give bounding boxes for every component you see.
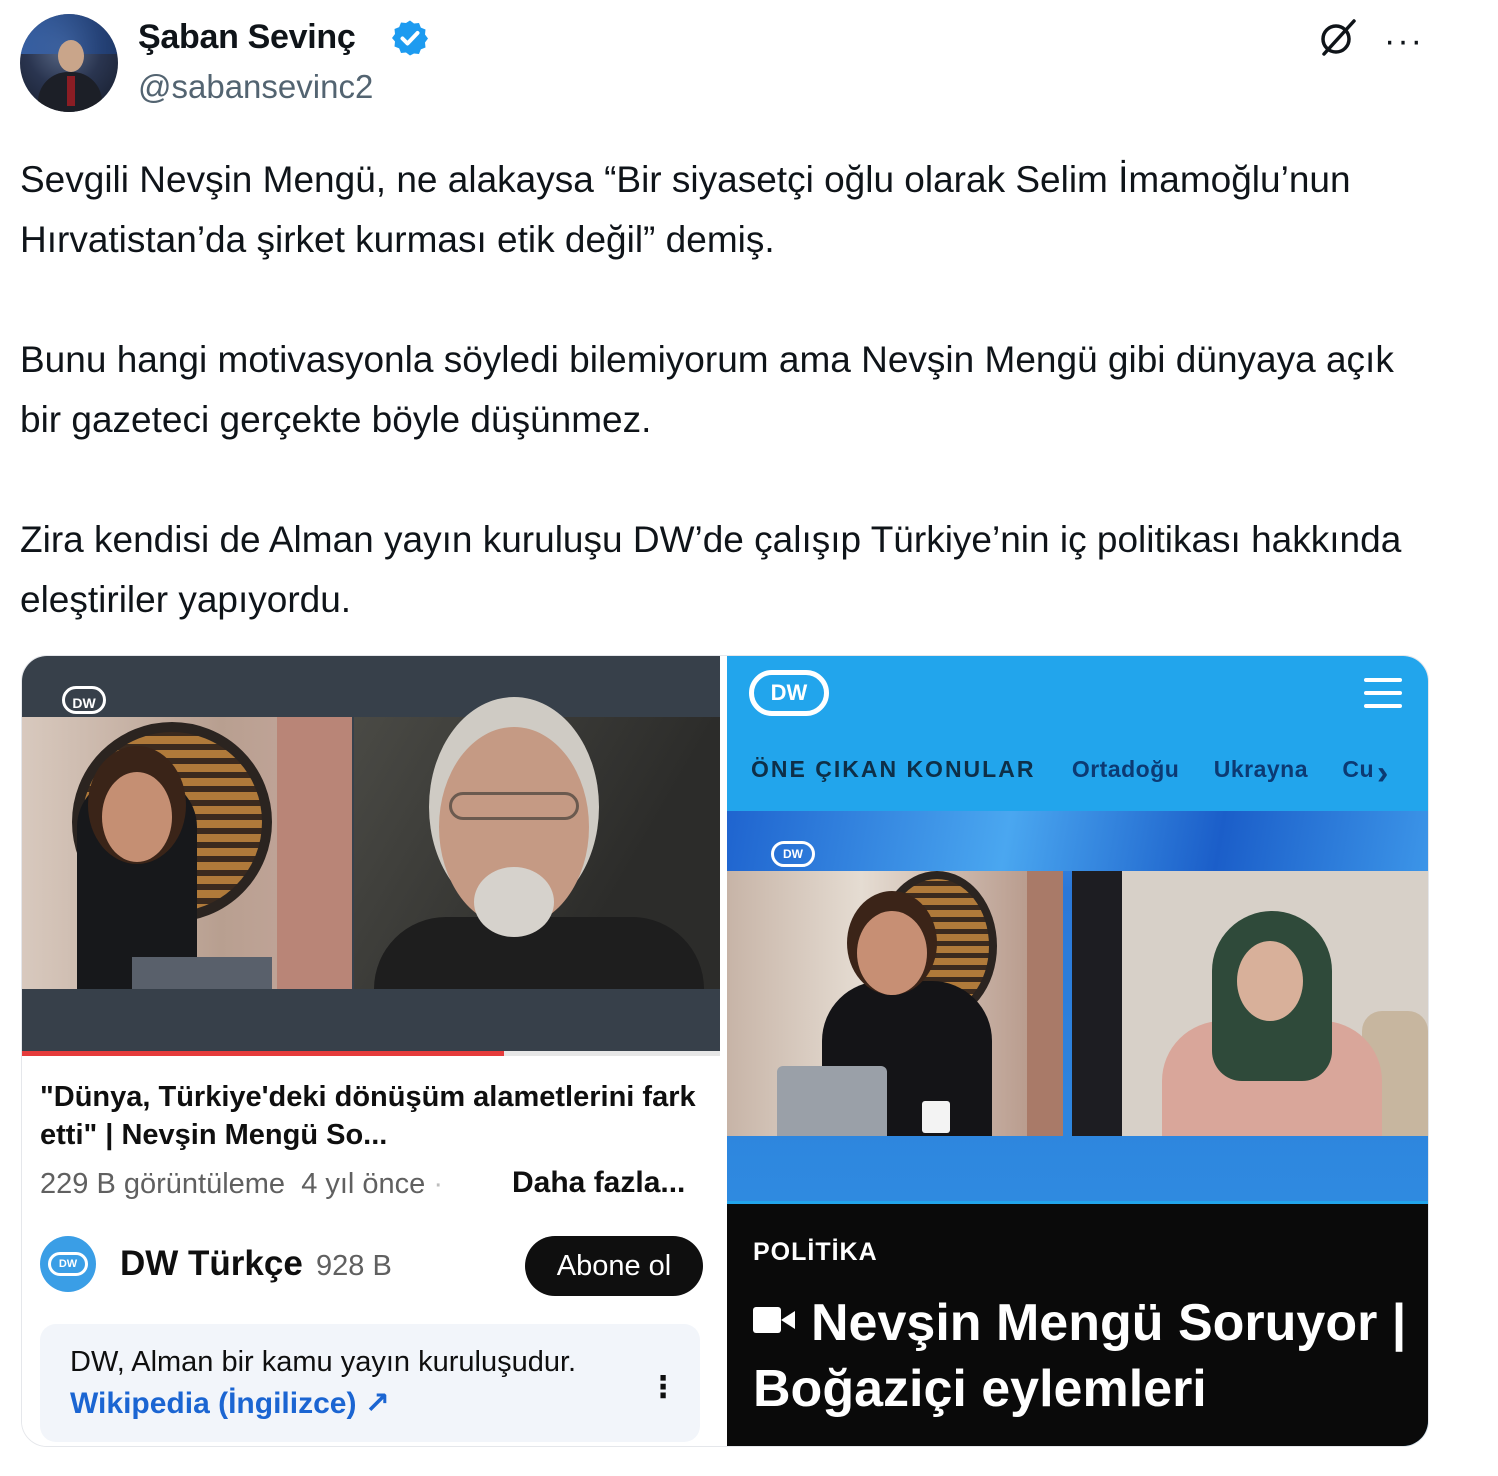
hamburger-menu-icon[interactable]: [1364, 678, 1402, 708]
video-progress-bar[interactable]: [22, 1051, 720, 1056]
tweet-text: Sevgili Nevşin Mengü, ne alakaysa “Bir s…: [20, 150, 1420, 630]
media-right-dw-screenshot[interactable]: DW ÖNE ÇIKAN KONULAR Ortadoğu Ukrayna Cu…: [727, 656, 1428, 1446]
featured-topics-label: ÖNE ÇIKAN KONULAR: [751, 756, 1036, 782]
article-headline-text: Nevşin Mengü Soruyor | Boğaziçi eylemler…: [753, 1294, 1407, 1418]
dw-logo-badge: DW: [62, 686, 106, 714]
tweet-paragraph: Zira kendisi de Alman yayın kuruluşu DW’…: [20, 519, 1402, 620]
channel-avatar-logo: DW: [48, 1252, 88, 1276]
tweet-paragraph: Sevgili Nevşin Mengü, ne alakaysa “Bir s…: [20, 159, 1351, 260]
article-headline[interactable]: Nevşin Mengü Soruyor | Boğaziçi eylemler…: [753, 1290, 1413, 1422]
article-hero-image: [727, 871, 1428, 1136]
author-handle[interactable]: @sabansevinc2: [138, 68, 373, 106]
author-name[interactable]: Şaban Sevinç: [138, 18, 356, 57]
upload-age: 4 yıl önce: [301, 1168, 426, 1200]
topics-nav: ÖNE ÇIKAN KONULAR Ortadoğu Ukrayna Cu: [751, 756, 1400, 783]
dw-logo[interactable]: DW: [749, 670, 829, 716]
wikipedia-link[interactable]: Wikipedia (İngilizce) ↗: [70, 1386, 390, 1421]
dw-logo-badge: DW: [771, 841, 815, 867]
avatar-tie: [67, 76, 75, 106]
article-info: POLİTİKA Nevşin Mengü Soruyor | Boğaziçi…: [727, 1204, 1428, 1446]
more-description-link[interactable]: Daha fazla...: [512, 1166, 685, 1200]
hero-frame-guest: [1072, 871, 1428, 1136]
video-progress-fill: [22, 1051, 504, 1056]
tweet-media[interactable]: DW "Dünya, Türkiye'deki dönüşüm alametle…: [21, 655, 1429, 1447]
author-avatar[interactable]: [20, 14, 118, 112]
video-title: "Dünya, Türkiye'deki dönüşüm alametlerin…: [40, 1081, 696, 1151]
channel-name[interactable]: DW Türkçe: [120, 1244, 303, 1284]
subscribe-button[interactable]: Abone ol: [525, 1236, 703, 1296]
more-icon[interactable]: ···: [1384, 22, 1424, 61]
subscriber-count: 928 B: [316, 1250, 392, 1282]
channel-avatar[interactable]: DW: [40, 1236, 96, 1292]
video-meta: 229 B görüntüleme 4 yıl önce ·: [40, 1168, 443, 1201]
avatar-face: [58, 40, 84, 72]
video-frame-guest: [354, 717, 720, 989]
topic-link[interactable]: Ortadoğu: [1072, 756, 1180, 782]
topic-link[interactable]: Cu: [1342, 756, 1374, 782]
video-player[interactable]: DW: [22, 656, 720, 1056]
media-left-youtube-screenshot[interactable]: DW "Dünya, Türkiye'deki dönüşüm alametle…: [22, 656, 720, 1446]
info-panel: DW, Alman bir kamu yayın kuruluşudur. Wi…: [40, 1324, 700, 1442]
view-count: 229 B görüntüleme: [40, 1168, 286, 1200]
tweet-paragraph: Bunu hangi motivasyonla söyledi bilemiyo…: [20, 339, 1394, 440]
meta-separator: ·: [425, 1168, 444, 1200]
video-frame: [22, 717, 720, 989]
chevron-right-icon[interactable]: ›: [1377, 754, 1388, 793]
info-panel-text: DW, Alman bir kamu yayın kuruluşudur.: [70, 1346, 577, 1378]
grok-icon[interactable]: [1316, 16, 1360, 60]
kebab-menu-icon[interactable]: ⋮: [648, 1370, 678, 1405]
video-camera-icon: [753, 1305, 797, 1335]
verified-badge-icon: [392, 20, 428, 56]
article-category[interactable]: POLİTİKA: [753, 1238, 878, 1267]
hero-frame-host: [727, 871, 1063, 1136]
topic-link[interactable]: Ukrayna: [1214, 756, 1308, 782]
video-frame-host: [22, 717, 352, 989]
